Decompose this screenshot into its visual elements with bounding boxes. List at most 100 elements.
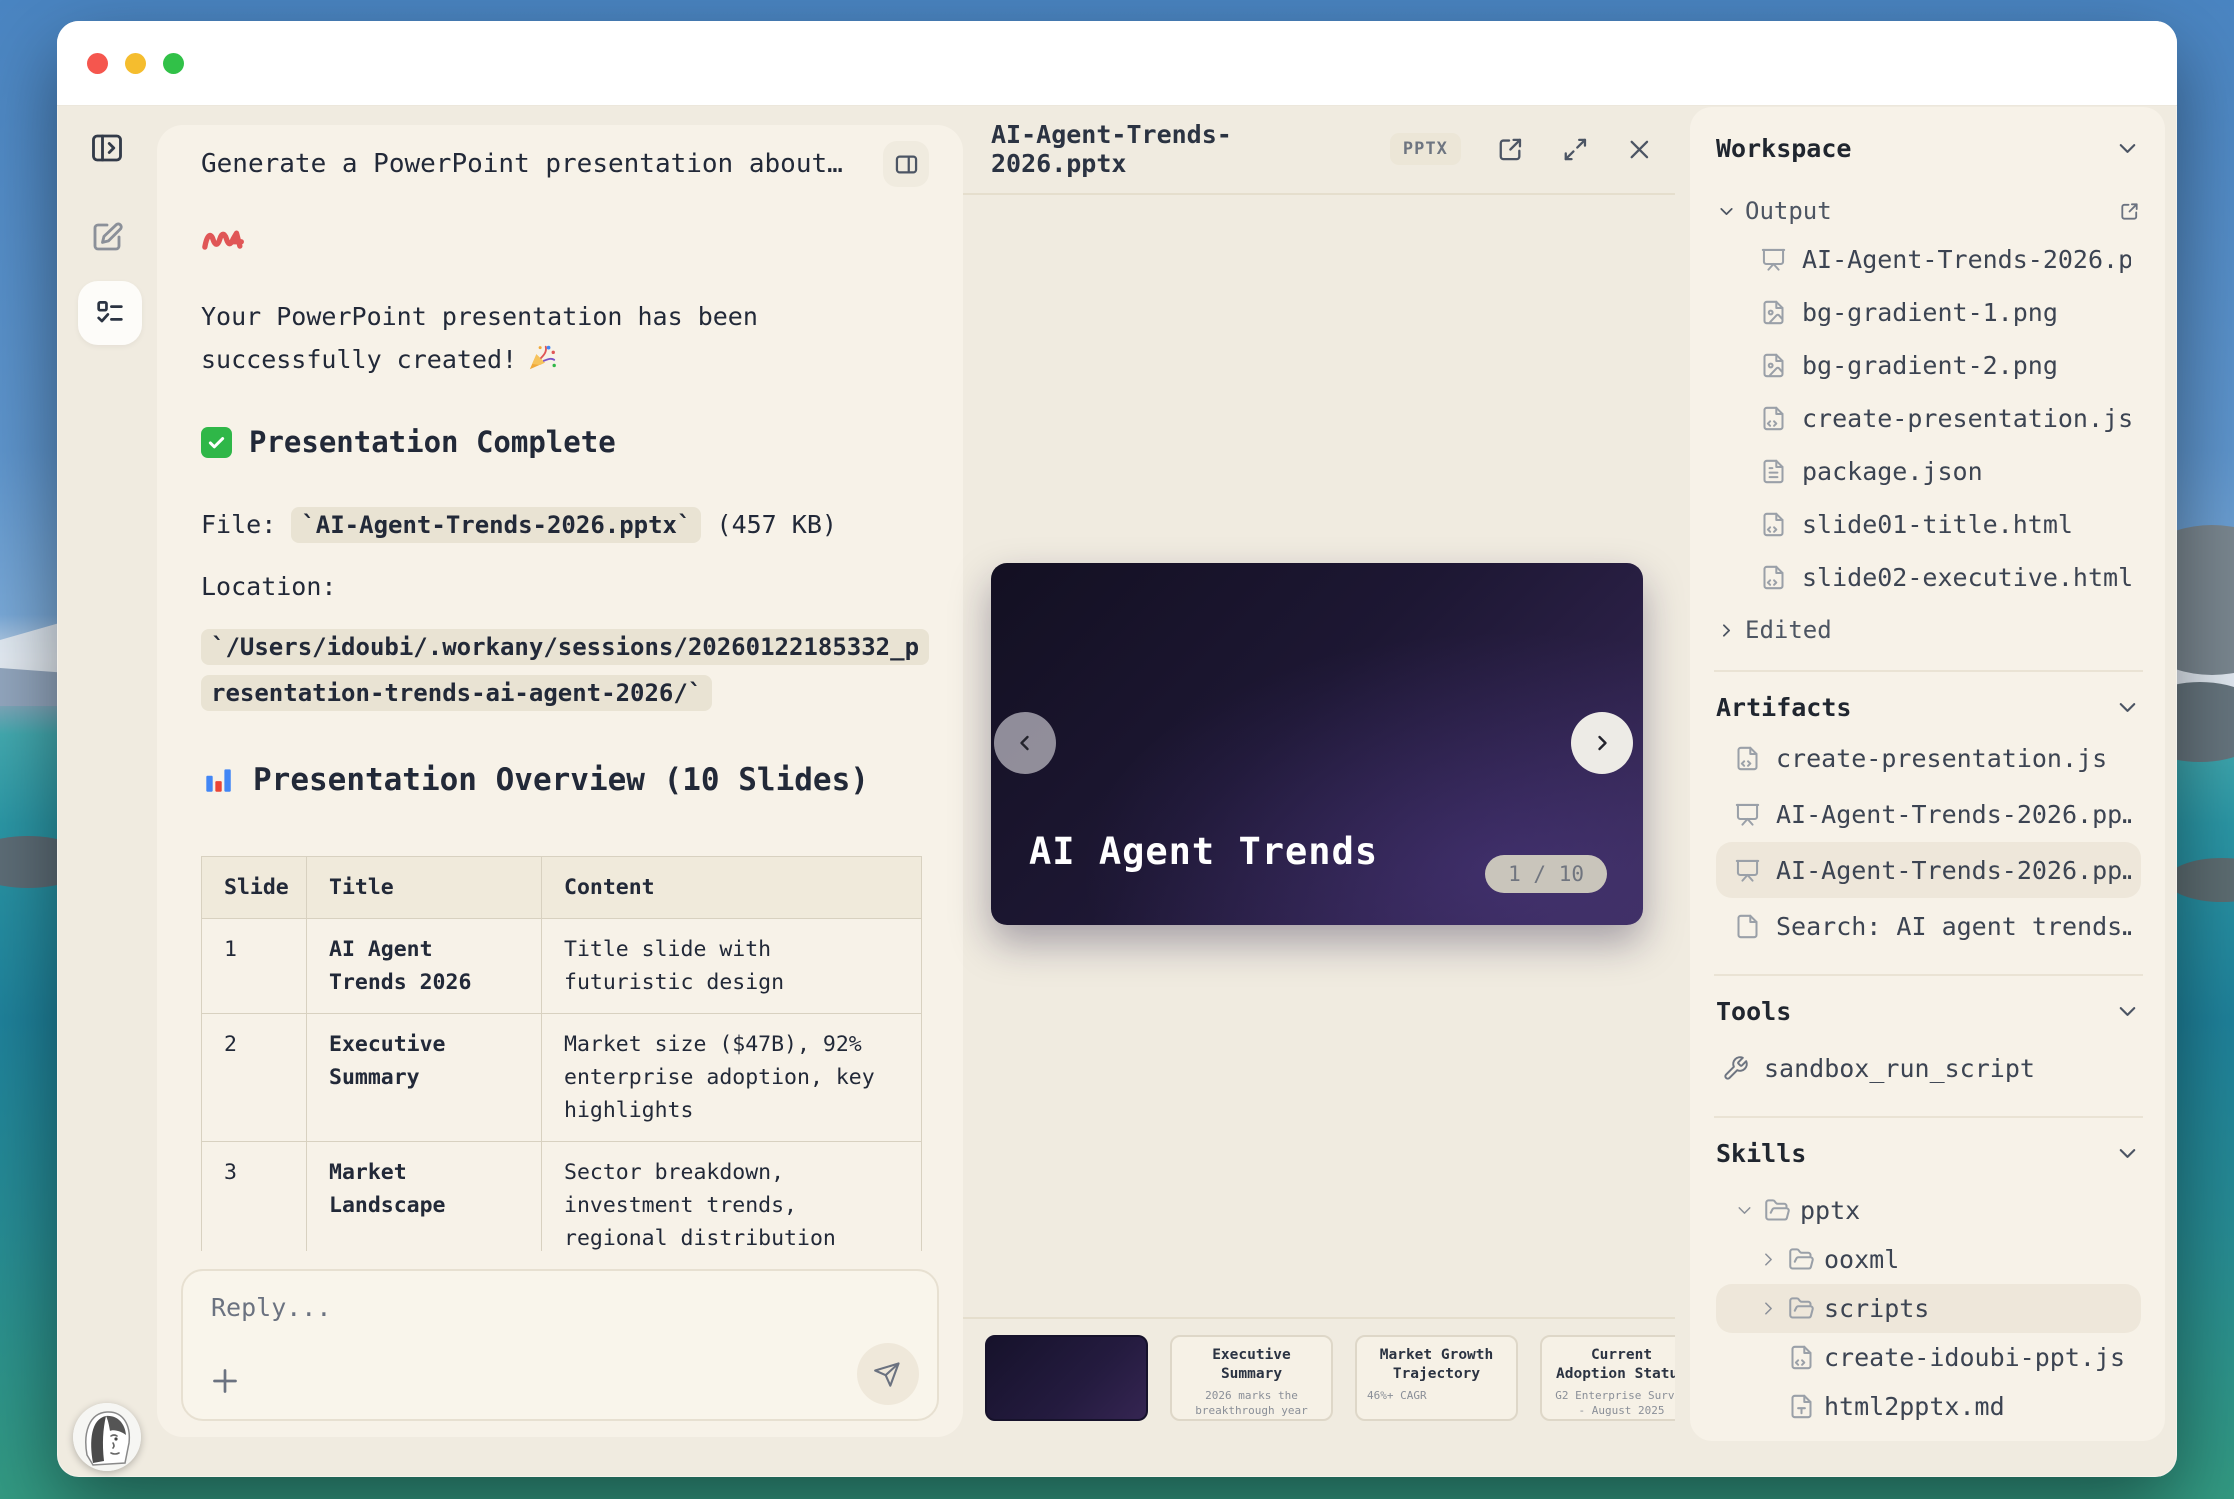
code-file-icon — [1788, 1344, 1815, 1371]
slide-preview[interactable]: AI Agent Trends 1 / 10 — [991, 563, 1643, 925]
attach-button[interactable] — [207, 1363, 243, 1399]
file-item[interactable]: package.json — [1716, 445, 2141, 498]
chat-scroll-area[interactable]: Your PowerPoint presentation has been su… — [157, 189, 963, 1251]
file-item[interactable]: Search: AI agent trends… — [1716, 898, 2141, 954]
thumbnail-title: Executive Summary — [1182, 1346, 1321, 1384]
split-view-button[interactable] — [883, 141, 929, 187]
reply-box[interactable]: Reply... — [181, 1269, 939, 1421]
slide-thumbnail[interactable]: Current Adoption StatusG2 Enterprise Sur… — [1540, 1335, 1675, 1421]
file-item[interactable]: AI-Agent-Trends-2026.p… — [1716, 233, 2141, 286]
skill-folder[interactable]: pptx — [1716, 1186, 2141, 1235]
file-item[interactable]: create-presentation.js — [1716, 730, 2141, 786]
skill-file[interactable]: html2pptx.md — [1716, 1382, 2141, 1431]
file-item[interactable]: slide01-title.html — [1716, 498, 2141, 551]
assistant-text-line2: successfully created! — [201, 338, 923, 381]
file-name: bg-gradient-1.png — [1802, 298, 2058, 327]
file-name-chip: `AI-Agent-Trends-2026.pptx` — [291, 507, 701, 543]
artifacts-header[interactable]: Artifacts — [1716, 692, 2141, 722]
zoom-window-button[interactable] — [163, 53, 184, 74]
presentation-file-icon — [1760, 246, 1787, 273]
code-file-icon — [1734, 745, 1761, 772]
filetype-badge: PPTX — [1390, 133, 1461, 165]
sidebar-toggle-icon[interactable] — [89, 130, 125, 166]
skill-file[interactable]: create-idoubi-ppt.js — [1716, 1333, 2141, 1382]
wrench-icon — [1722, 1055, 1749, 1082]
file-item[interactable]: create-presentation.js — [1716, 392, 2141, 445]
file-name: Search: AI agent trends… — [1776, 912, 2131, 941]
split-view-icon — [893, 151, 920, 178]
skill-folder[interactable]: scripts — [1716, 1284, 2141, 1333]
workany-logo-icon — [201, 225, 249, 255]
chat-panel: Generate a PowerPoint presentation about… — [157, 125, 963, 1437]
tool-name: sandbox_run_script — [1764, 1054, 2035, 1083]
preview-header: AI-Agent-Trends-2026.pptx PPTX — [963, 105, 1675, 195]
location-label: Location: — [201, 565, 923, 608]
tool-item[interactable]: sandbox_run_script — [1716, 1040, 2141, 1096]
file-name: create-presentation.js — [1776, 744, 2107, 773]
doc-file-icon — [1760, 458, 1787, 485]
chevron-right-icon — [1716, 620, 1737, 641]
table-cell: Market size ($47B), 92% enterprise adopt… — [542, 1014, 922, 1142]
file-item[interactable]: bg-gradient-1.png — [1716, 286, 2141, 339]
thumbnail-subtitle: G2 Enterprise Survey - August 2025 — [1552, 1388, 1675, 1418]
table-header-cell: Slide — [202, 857, 307, 919]
file-file-icon — [1734, 913, 1761, 940]
assistant-text-line1: Your PowerPoint presentation has been — [201, 295, 923, 338]
divider — [1714, 1116, 2143, 1118]
file-size: (457 KB) — [717, 510, 837, 539]
skills-header[interactable]: Skills — [1716, 1138, 2141, 1168]
output-section-header[interactable]: Output — [1716, 197, 2141, 225]
previous-slide-button[interactable] — [994, 712, 1056, 774]
slide-thumbnail[interactable]: Executive Summary2026 marks the breakthr… — [1170, 1335, 1333, 1421]
reply-input[interactable]: Reply... — [211, 1293, 331, 1322]
thumbnail-strip: Executive Summary2026 marks the breakthr… — [963, 1317, 1675, 1441]
table-header-cell: Title — [307, 857, 542, 919]
node-name: ooxml — [1824, 1245, 1899, 1274]
edited-section-header[interactable]: Edited — [1716, 610, 2141, 650]
table-header-row: SlideTitleContent — [202, 857, 922, 919]
overview-heading: Presentation Overview (10 Slides) — [201, 762, 923, 798]
close-icon[interactable] — [1624, 134, 1655, 165]
table-cell: 2 — [202, 1014, 307, 1142]
file-item[interactable]: AI-Agent-Trends-2026.pp… — [1716, 786, 2141, 842]
window-titlebar — [57, 21, 2177, 106]
minimize-window-button[interactable] — [125, 53, 146, 74]
image-file-icon — [1760, 299, 1787, 326]
close-window-button[interactable] — [87, 53, 108, 74]
open-output-external-icon[interactable] — [2118, 200, 2141, 223]
file-name: AI-Agent-Trends-2026.pp… — [1776, 856, 2131, 885]
left-rail — [57, 105, 157, 1477]
preview-filename: AI-Agent-Trends-2026.pptx — [991, 120, 1364, 178]
text-file-icon — [1788, 1393, 1815, 1420]
skill-folder[interactable]: ooxml — [1716, 1235, 2141, 1284]
table-cell: Market Landscape — [307, 1142, 542, 1252]
task-list-icon — [93, 296, 127, 330]
file-item[interactable]: bg-gradient-2.png — [1716, 339, 2141, 392]
file-item[interactable]: AI-Agent-Trends-2026.pp… — [1716, 842, 2141, 898]
file-item[interactable]: slide02-executive.html — [1716, 551, 2141, 604]
table-cell: Sector breakdown, investment trends, reg… — [542, 1142, 922, 1252]
table-cell: Executive Summary — [307, 1014, 542, 1142]
send-button[interactable] — [857, 1343, 919, 1405]
chevron-right-icon — [1590, 731, 1614, 755]
open-external-icon[interactable] — [1495, 134, 1526, 165]
tasks-tab-button[interactable] — [78, 281, 142, 345]
tool-list: sandbox_run_script — [1716, 1040, 2141, 1096]
tools-header[interactable]: Tools — [1716, 996, 2141, 1026]
file-name: AI-Agent-Trends-2026.pp… — [1776, 800, 2131, 829]
expand-icon[interactable] — [1560, 134, 1591, 165]
chevron-right-icon — [1758, 1249, 1779, 1270]
avatar-sketch — [73, 1403, 141, 1471]
slide-counter: 1 / 10 — [1485, 855, 1607, 893]
preview-panel: AI-Agent-Trends-2026.pptx PPTX AI Agent … — [963, 105, 1675, 1441]
next-slide-button[interactable] — [1571, 712, 1633, 774]
slide-thumbnail[interactable] — [985, 1335, 1148, 1421]
compose-icon[interactable] — [89, 219, 125, 255]
slide-thumbnail[interactable]: Market Growth Trajectory46%+ CAGR — [1355, 1335, 1518, 1421]
user-avatar[interactable] — [73, 1403, 141, 1471]
file-info-line: File: `AI-Agent-Trends-2026.pptx` (457 K… — [201, 503, 923, 547]
file-name: slide01-title.html — [1802, 510, 2073, 539]
bar-chart-icon — [201, 763, 235, 797]
divider — [1714, 974, 2143, 976]
workspace-header[interactable]: Workspace — [1716, 133, 2141, 163]
